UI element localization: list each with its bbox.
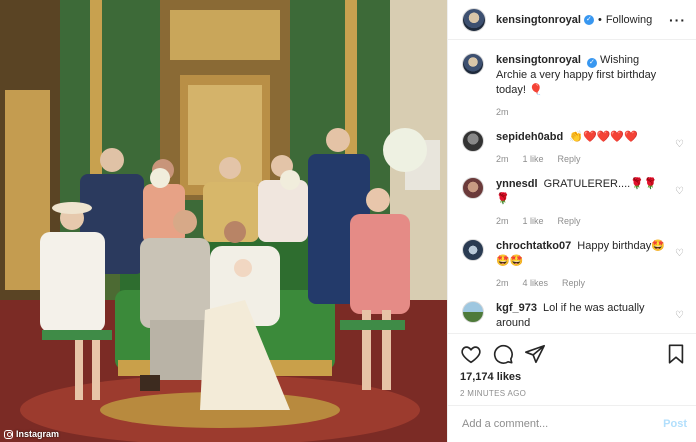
reply-button[interactable]: Reply [558, 154, 581, 164]
comment-heart-icon[interactable]: ♡ [675, 249, 685, 259]
comment-username[interactable]: kgf_973 [496, 302, 537, 314]
likes-count[interactable]: 17,174 likes [460, 371, 687, 383]
following-button[interactable]: Following [606, 14, 652, 26]
paper-plane-icon[interactable] [524, 343, 546, 365]
avatar[interactable] [462, 301, 484, 323]
comment-time: 2m [496, 216, 509, 226]
header-username[interactable]: kensingtonroyal [496, 14, 581, 26]
comment-bubble-icon[interactable] [492, 343, 514, 365]
instagram-watermark: Instagram [4, 429, 59, 439]
watermark-text: Instagram [16, 429, 60, 439]
comment: kgf_973 Lol if he was actually around ♡ [462, 301, 687, 331]
comment-time: 2m [496, 107, 509, 117]
comment-heart-icon[interactable]: ♡ [675, 140, 685, 150]
family-portrait-image [0, 0, 447, 442]
comment-username[interactable]: sepideh0abd [496, 131, 563, 143]
more-dots-icon[interactable]: ··· [669, 12, 686, 28]
heart-icon[interactable] [460, 343, 482, 365]
comment-username[interactable]: ynnesdl [496, 178, 538, 190]
comment-heart-icon[interactable]: ♡ [675, 311, 685, 321]
add-comment-bar: Post [448, 405, 696, 442]
post-side-panel: kensingtonroyal ✓ • Following ··· kensin… [447, 0, 696, 442]
post-timestamp[interactable]: 2 MINUTES AGO [460, 389, 687, 398]
avatar[interactable] [462, 239, 484, 261]
reply-button[interactable]: Reply [562, 278, 585, 288]
avatar[interactable] [462, 177, 484, 199]
post-button[interactable]: Post [663, 418, 687, 430]
comment-time: 2m [496, 154, 509, 164]
avatar[interactable] [462, 53, 484, 75]
post-photo[interactable]: Instagram [0, 0, 447, 442]
comment-heart-icon[interactable]: ♡ [675, 187, 685, 197]
comment: ynnesdl GRATULERER....🌹🌹🌹 2m 1 like Repl… [462, 177, 687, 226]
bookmark-icon[interactable] [665, 343, 687, 365]
post-actions: 17,174 likes 2 MINUTES AGO [448, 333, 696, 398]
comment-time: 2m [496, 278, 509, 288]
verified-badge-icon: ✓ [586, 58, 597, 68]
add-comment-input[interactable] [462, 418, 664, 430]
instagram-logo-icon [4, 429, 13, 439]
comment-username[interactable]: kensingtonroyal [496, 54, 581, 66]
comment-likes[interactable]: 1 like [523, 154, 544, 164]
verified-badge-icon: ✓ [583, 14, 594, 25]
comment: chrochtatko07 Happy birthday🤩🤩🤩 2m 4 lik… [462, 239, 687, 288]
comment-likes[interactable]: 4 likes [523, 278, 549, 288]
post-header: kensingtonroyal ✓ • Following ··· [448, 0, 696, 40]
avatar[interactable] [462, 130, 484, 152]
comment: sepideh0abd 👏❤️❤️❤️❤️ 2m 1 like Reply ♡ [462, 130, 687, 164]
separator-dot: • [597, 13, 602, 26]
avatar[interactable] [462, 7, 486, 32]
caption: kensingtonroyal ✓ Wishing Archie a very h… [462, 53, 687, 117]
comment-text: 👏❤️❤️❤️❤️ [569, 131, 638, 143]
comments-list[interactable]: kensingtonroyal ✓ Wishing Archie a very h… [448, 41, 696, 333]
comment-likes[interactable]: 1 like [523, 216, 544, 226]
reply-button[interactable]: Reply [558, 216, 581, 226]
comment-username[interactable]: chrochtatko07 [496, 240, 571, 252]
